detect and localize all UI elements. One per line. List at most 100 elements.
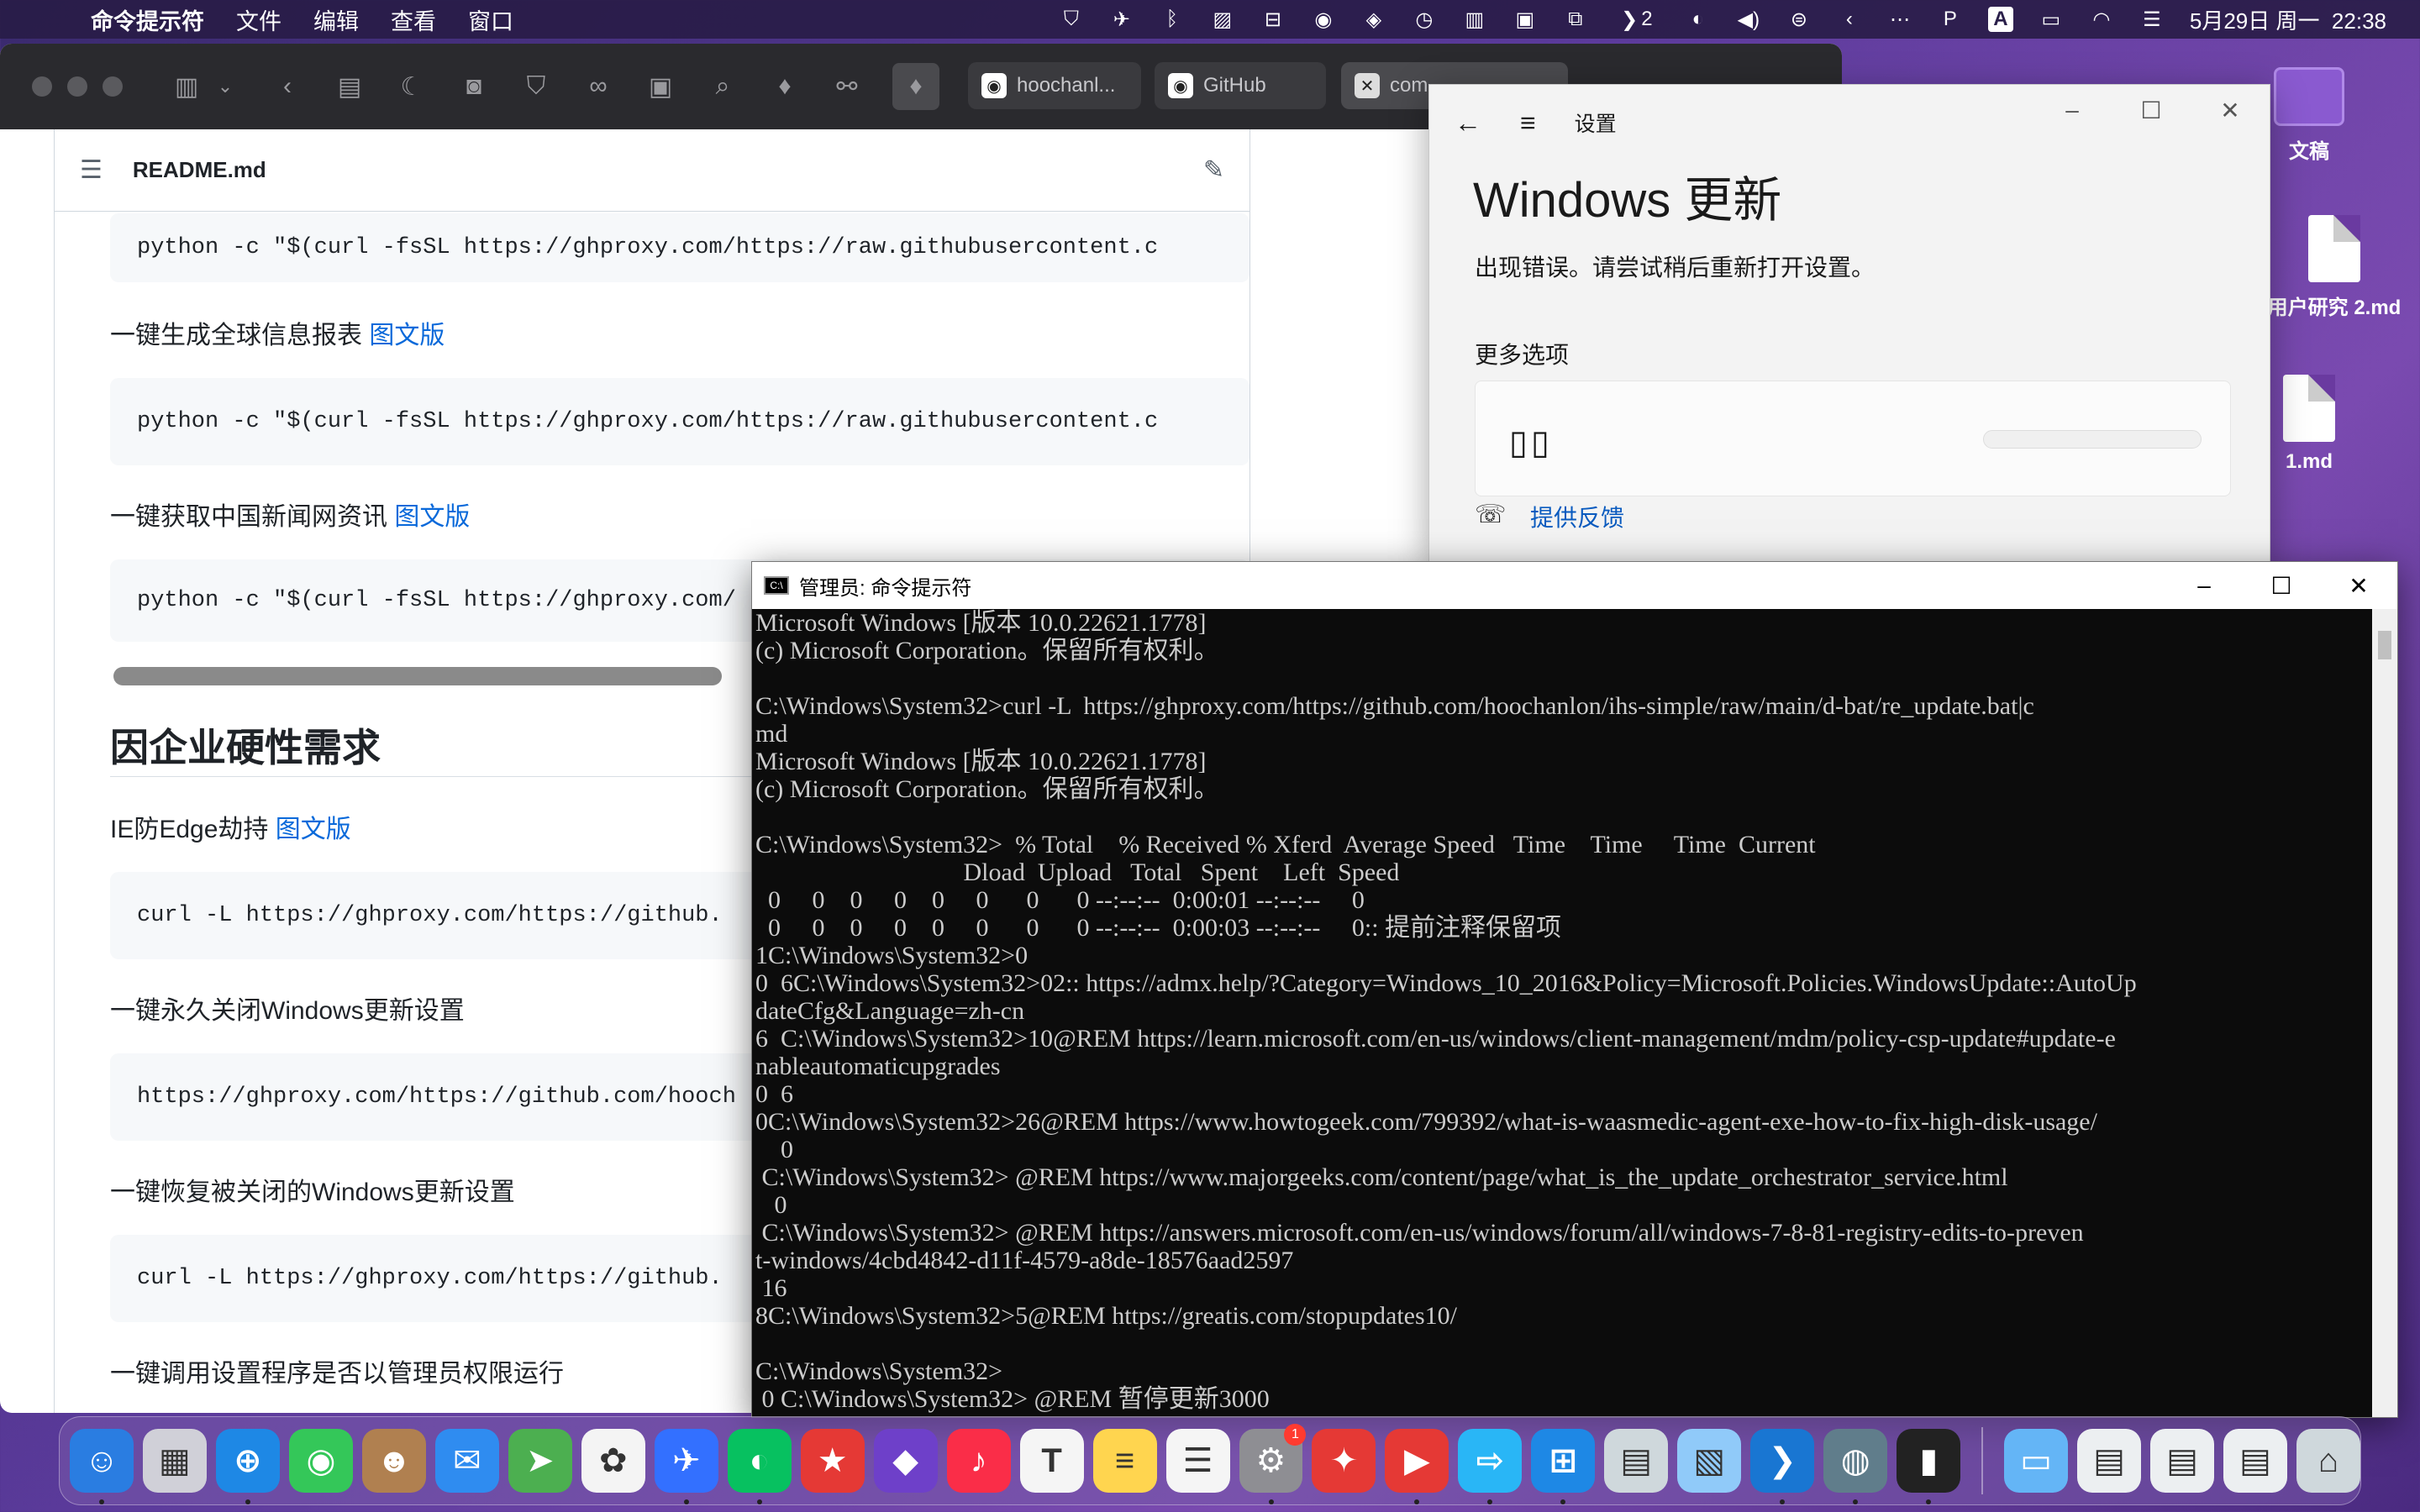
back-arrow-icon[interactable]: ← [1455,108,1481,139]
dock-pdf-expert-icon[interactable]: ▶ [1385,1429,1449,1504]
dock-safari-icon[interactable]: ⊕ [215,1429,280,1504]
hamburger-menu-icon[interactable]: ≡ [1520,108,1536,139]
wechat-icon[interactable]: ◐ [1686,7,1711,32]
dock-music-icon[interactable]: ♪ [946,1429,1011,1493]
input-method-icon[interactable]: ⊜ [1786,7,1812,32]
dock-terminal-icon[interactable]: ▮ [1897,1429,1961,1504]
scrollbar-thumb[interactable] [2378,631,2391,659]
p-app-icon[interactable]: P [1938,7,1963,32]
volume-icon[interactable]: ◀) [1736,7,1761,32]
bookmark-icon[interactable]: ▣ [644,70,677,103]
dock-recent-doc-1-icon[interactable]: ▤ [2077,1429,2142,1493]
image-icon[interactable]: ▨ [1210,7,1235,32]
minimize-icon[interactable]: – [2165,572,2243,599]
cmd-vertical-scrollbar[interactable] [2372,609,2397,1417]
shield-icon[interactable]: ⛉ [519,70,553,103]
dock-system-preferences-icon[interactable]: ◍ [1823,1429,1888,1504]
chevron-down-icon[interactable]: ⌄ [208,70,242,103]
tutorial-link[interactable]: 图文版 [369,322,445,349]
tab-github[interactable]: ◉ GitHub [1155,62,1326,109]
wifi-icon[interactable]: ◠ [2089,7,2114,32]
dock-screen-share-icon[interactable]: ⇨ [1458,1429,1523,1504]
chevron-left-icon[interactable]: ‹ [1837,7,1862,32]
gem-icon[interactable]: ♦ [768,70,802,103]
dock-github-desktop-icon[interactable]: ◆ [873,1429,938,1493]
pause-updates-card[interactable]: ▯▯ [1475,381,2231,496]
shield-icon[interactable]: ⛉ [1059,7,1084,32]
maximize-icon[interactable]: ☐ [2112,97,2191,124]
dock-wechat-icon[interactable]: ◐ [727,1429,792,1504]
dock-maps-icon[interactable]: ➤ [508,1429,572,1493]
copy-icon[interactable]: ⧉ [1563,7,1588,32]
dock-scanner-icon[interactable]: ▤ [1604,1429,1669,1493]
dock-reminders-icon[interactable]: ☰ [1165,1429,1230,1493]
dock-recent-doc-3-icon[interactable]: ▤ [2223,1429,2288,1493]
minimize-window-button[interactable] [67,76,87,97]
control-center-icon[interactable]: ☰ [2139,7,2165,32]
feedback-link[interactable]: 提供反馈 [1530,500,1624,533]
badge-app-icon[interactable]: ❯ 2 [1613,7,1660,32]
tag-icon[interactable]: ◈ [1361,7,1386,32]
dock-xmind-icon[interactable]: ✦ [1312,1429,1376,1493]
dock-recent-doc-2-icon[interactable]: ▤ [2150,1429,2215,1493]
menu-view[interactable]: 查看 [391,3,436,36]
clipboard-icon[interactable]: ▣ [1512,7,1538,32]
diamond-icon[interactable]: ♦ [892,63,939,110]
dock-downloads-folder-icon[interactable]: ▭ [2004,1429,2069,1493]
minimize-icon[interactable]: – [2033,97,2112,123]
tutorial-link[interactable]: 图文版 [394,503,470,531]
user-circle-icon[interactable]: ◉ [1311,7,1336,32]
dock-preview-icon[interactable]: ▧ [1677,1429,1742,1493]
dock-windows-app-icon[interactable]: ⊞ [1531,1429,1596,1504]
code-block[interactable]: python -c "$(curl -fsSL https://ghproxy.… [110,213,1249,282]
close-icon[interactable]: ✕ [2191,97,2270,124]
zoom-window-button[interactable] [103,76,123,97]
keyboard-a-icon[interactable]: A [1987,7,2013,32]
dock-vscode-icon[interactable]: ❯ [1750,1429,1815,1504]
menu-app-name[interactable]: 命令提示符 [91,3,204,36]
extension-icon[interactable]: ▤ [333,70,366,103]
dock-photos-icon[interactable]: ✿ [581,1429,645,1493]
bed-icon[interactable]: ⊟ [1260,7,1286,32]
menu-file[interactable]: 文件 [236,3,281,36]
code-block[interactable]: python -c "$(curl -fsSL https://ghproxy.… [110,378,1249,465]
more-icon[interactable]: ⋯ [1887,7,1912,32]
pause-dropdown[interactable] [1983,430,2202,449]
time-machine-icon[interactable]: ◷ [1412,7,1437,32]
dock-mail-icon[interactable]: ✉ [434,1429,499,1493]
bluetooth-icon[interactable]: ᛒ [1160,7,1185,32]
back-icon[interactable]: ‹ [271,70,304,103]
pencil-edit-icon[interactable]: ✎ [1203,155,1224,185]
rocket-icon[interactable]: ✈ [1109,7,1134,32]
dock-typora-icon[interactable]: T [1019,1429,1084,1493]
dock-system-settings-icon[interactable]: ⚙ 1 [1239,1424,1307,1504]
dock-contacts-icon[interactable]: ☻ [361,1429,426,1493]
dock-bookmark-app-icon[interactable]: ★ [800,1429,865,1493]
sidebar-toggle-icon[interactable]: ▥ [170,70,203,103]
search-icon[interactable]: ⌕ [706,70,739,103]
tab-hoochanlon[interactable]: ◉ hoochanl... [968,62,1141,109]
battery-icon[interactable]: ▭ [2039,7,2064,32]
dock-launchpad-icon[interactable]: ▦ [142,1429,207,1493]
outline-list-icon[interactable]: ☰ [80,155,103,185]
close-icon[interactable]: ✕ [1355,73,1380,98]
tutorial-link[interactable]: 图文版 [276,816,351,843]
sidebar-icon[interactable]: ▥ [1462,7,1487,32]
cmd-output[interactable]: Microsoft Windows [版本 10.0.22621.1778] (c… [755,609,2369,1415]
close-window-button[interactable] [32,76,52,97]
maximize-icon[interactable]: ☐ [2243,572,2320,600]
menu-edit[interactable]: 编辑 [313,3,359,36]
link-icon[interactable]: ⚯ [830,70,864,103]
menu-clock[interactable]: 5月29日 周一 22:38 [2190,4,2386,35]
dock-feishu-icon[interactable]: ✈ [654,1429,718,1504]
moon-icon[interactable]: ☾ [395,70,429,103]
glasses-icon[interactable]: ◙ [457,70,491,103]
spectacles-icon[interactable]: ∞ [581,70,615,103]
dock-notes-icon[interactable]: ≡ [1092,1429,1157,1493]
dock-messages-icon[interactable]: ◉ [288,1429,353,1493]
code-horizontal-scrollbar[interactable] [113,667,722,685]
dock-trash-icon[interactable]: ⌂ [2296,1429,2361,1493]
close-icon[interactable]: ✕ [2320,572,2397,600]
dock-finder-icon[interactable]: ☺ [70,1429,134,1504]
menu-window[interactable]: 窗口 [468,3,513,36]
